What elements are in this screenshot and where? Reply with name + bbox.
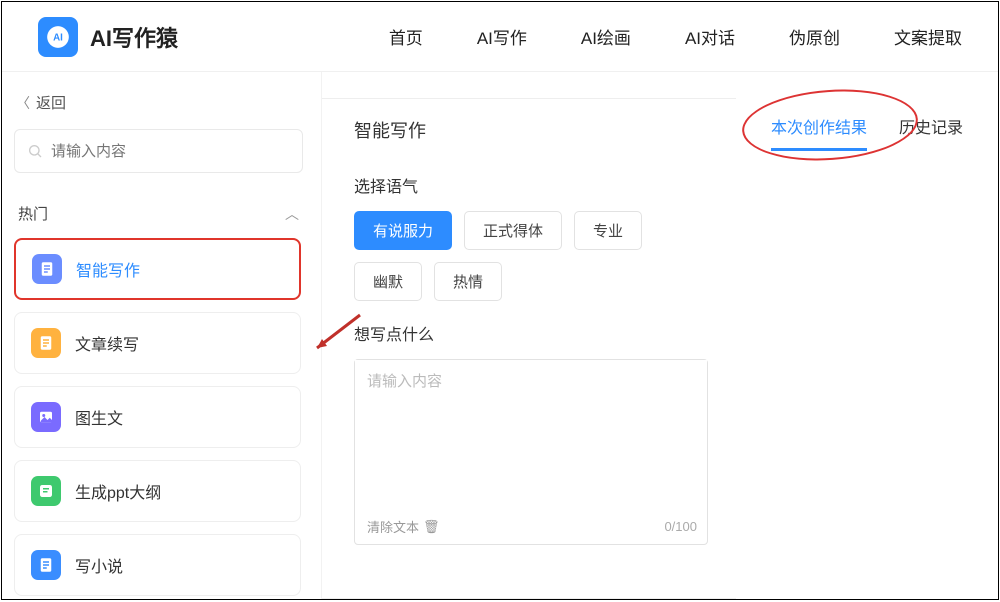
back-button[interactable]: 〈 返回 — [14, 92, 303, 113]
nav-draw[interactable]: AI绘画 — [581, 24, 631, 49]
tab-history[interactable]: 历史记录 — [899, 114, 963, 151]
clear-text-button[interactable]: 清除文本 🗑 — [367, 517, 440, 536]
editor-panel: 智能写作 选择语气 有说服力 正式得体 专业 幽默 热情 想写点什么 清除文本 … — [322, 98, 736, 599]
sidebar-item-label: 写小说 — [75, 553, 123, 577]
search-icon — [27, 143, 43, 159]
nav-write[interactable]: AI写作 — [477, 24, 527, 49]
doc-icon — [32, 254, 62, 284]
editor-title: 智能写作 — [354, 117, 708, 143]
svg-text:AI: AI — [53, 32, 63, 43]
char-counter: 0/100 — [664, 519, 697, 534]
brand-name: AI写作猿 — [90, 21, 178, 53]
image-icon — [31, 402, 61, 432]
doc-icon — [31, 328, 61, 358]
brand-logo-icon: AI — [38, 17, 78, 57]
hot-header[interactable]: 热门 ︿ — [14, 197, 303, 238]
sidebar-list: 智能写作 文章续写 图生文 — [14, 238, 303, 596]
nav-chat[interactable]: AI对话 — [685, 24, 735, 49]
doc-icon — [31, 550, 61, 580]
tab-current-result[interactable]: 本次创作结果 — [771, 114, 867, 151]
prompt-box: 清除文本 🗑 0/100 — [354, 359, 708, 545]
tone-chip-formal[interactable]: 正式得体 — [464, 211, 562, 250]
prompt-input[interactable] — [355, 360, 707, 511]
slide-icon — [31, 476, 61, 506]
tone-label: 选择语气 — [354, 173, 708, 197]
top-nav: 首页 AI写作 AI绘画 AI对话 伪原创 文案提取 — [389, 24, 962, 49]
sidebar-item-continue-write[interactable]: 文章续写 — [14, 312, 301, 374]
tone-chip-pro[interactable]: 专业 — [574, 211, 642, 250]
sidebar-item-image-to-text[interactable]: 图生文 — [14, 386, 301, 448]
back-label: 返回 — [36, 92, 66, 113]
nav-home[interactable]: 首页 — [389, 24, 423, 49]
result-tabs: 本次创作结果 历史记录 — [746, 114, 988, 151]
chevron-up-icon: ︿ — [285, 204, 299, 224]
tone-chip-humor[interactable]: 幽默 — [354, 262, 422, 301]
app-header: AI AI写作猿 首页 AI写作 AI绘画 AI对话 伪原创 文案提取 — [2, 2, 998, 72]
tone-chip-row: 有说服力 正式得体 专业 幽默 热情 — [354, 211, 708, 301]
sidebar-item-novel[interactable]: 写小说 — [14, 534, 301, 596]
tone-chip-warm[interactable]: 热情 — [434, 262, 502, 301]
prompt-label: 想写点什么 — [354, 321, 708, 345]
chevron-left-icon: 〈 — [16, 93, 30, 113]
main-area: 智能写作 选择语气 有说服力 正式得体 专业 幽默 热情 想写点什么 清除文本 … — [322, 72, 998, 599]
sidebar: 〈 返回 热门 ︿ 智能写作 — [2, 72, 322, 599]
sidebar-item-label: 文章续写 — [75, 331, 139, 355]
tone-chip-persuasive[interactable]: 有说服力 — [354, 211, 452, 250]
hot-label: 热门 — [18, 203, 48, 224]
clear-label: 清除文本 — [367, 517, 419, 536]
sidebar-item-smart-write[interactable]: 智能写作 — [14, 238, 301, 300]
trash-icon: 🗑 — [423, 519, 440, 535]
nav-rewrite[interactable]: 伪原创 — [789, 24, 840, 49]
result-panel: 本次创作结果 历史记录 — [736, 98, 998, 599]
nav-extract[interactable]: 文案提取 — [894, 24, 962, 49]
sidebar-search[interactable] — [14, 129, 303, 173]
sidebar-item-label: 图生文 — [75, 405, 123, 429]
sidebar-item-label: 智能写作 — [76, 257, 140, 281]
sidebar-item-ppt-outline[interactable]: 生成ppt大纲 — [14, 460, 301, 522]
sidebar-item-label: 生成ppt大纲 — [75, 479, 161, 503]
search-input[interactable] — [51, 143, 290, 160]
brand-block: AI AI写作猿 — [38, 17, 178, 57]
